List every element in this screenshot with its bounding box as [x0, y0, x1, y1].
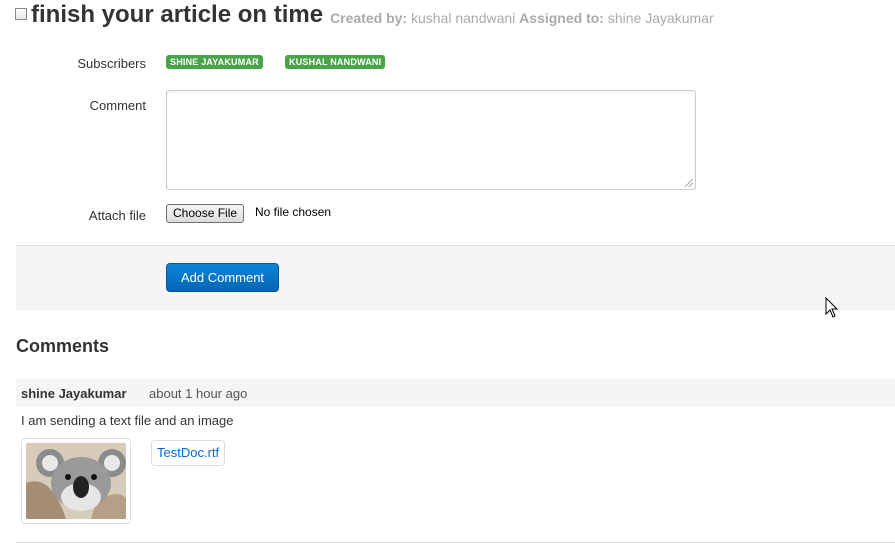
resize-handle-icon[interactable]	[685, 179, 693, 187]
choose-file-button[interactable]: Choose File	[166, 204, 245, 223]
task-header: finish your article on time Created by: …	[15, 0, 714, 30]
comments-heading: Comments	[16, 336, 110, 356]
created-by-label: Created by:	[330, 10, 408, 26]
subscriber-badge: KUSHAL NANDWANI	[285, 55, 386, 69]
task-meta: Created by: kushal nandwani Assigned to:…	[330, 10, 714, 26]
comment-textarea[interactable]	[166, 90, 696, 190]
file-status: No file chosen	[255, 205, 332, 219]
subscribers-label: Subscribers	[77, 56, 146, 71]
comment-timestamp: about 1 hour ago	[149, 386, 248, 401]
file-attachment-link[interactable]: TestDoc.rtf	[151, 440, 226, 466]
divider	[16, 542, 895, 543]
add-comment-button[interactable]: Add Comment	[166, 263, 279, 292]
comment-author[interactable]: shine Jayakumar	[21, 386, 127, 401]
image-attachment-thumbnail[interactable]	[21, 438, 131, 524]
koala-image	[26, 443, 126, 519]
subscriber-badge: SHINE JAYAKUMAR	[166, 55, 263, 69]
assigned-to-label: Assigned to:	[519, 10, 604, 26]
assigned-to-value: shine Jayakumar	[607, 10, 714, 26]
comment-text: I am sending a text file and an image	[21, 413, 234, 428]
form-actions	[16, 245, 895, 310]
comment-label: Comment	[89, 98, 146, 113]
task-complete-checkbox[interactable]	[15, 8, 27, 20]
mouse-pointer-icon	[825, 297, 839, 318]
comment-header: shine Jayakumar about 1 hour ago	[16, 379, 895, 407]
attach-file-label: Attach file	[88, 208, 146, 223]
created-by-value: kushal nandwani	[410, 10, 516, 26]
task-title: finish your article on time	[31, 1, 324, 28]
